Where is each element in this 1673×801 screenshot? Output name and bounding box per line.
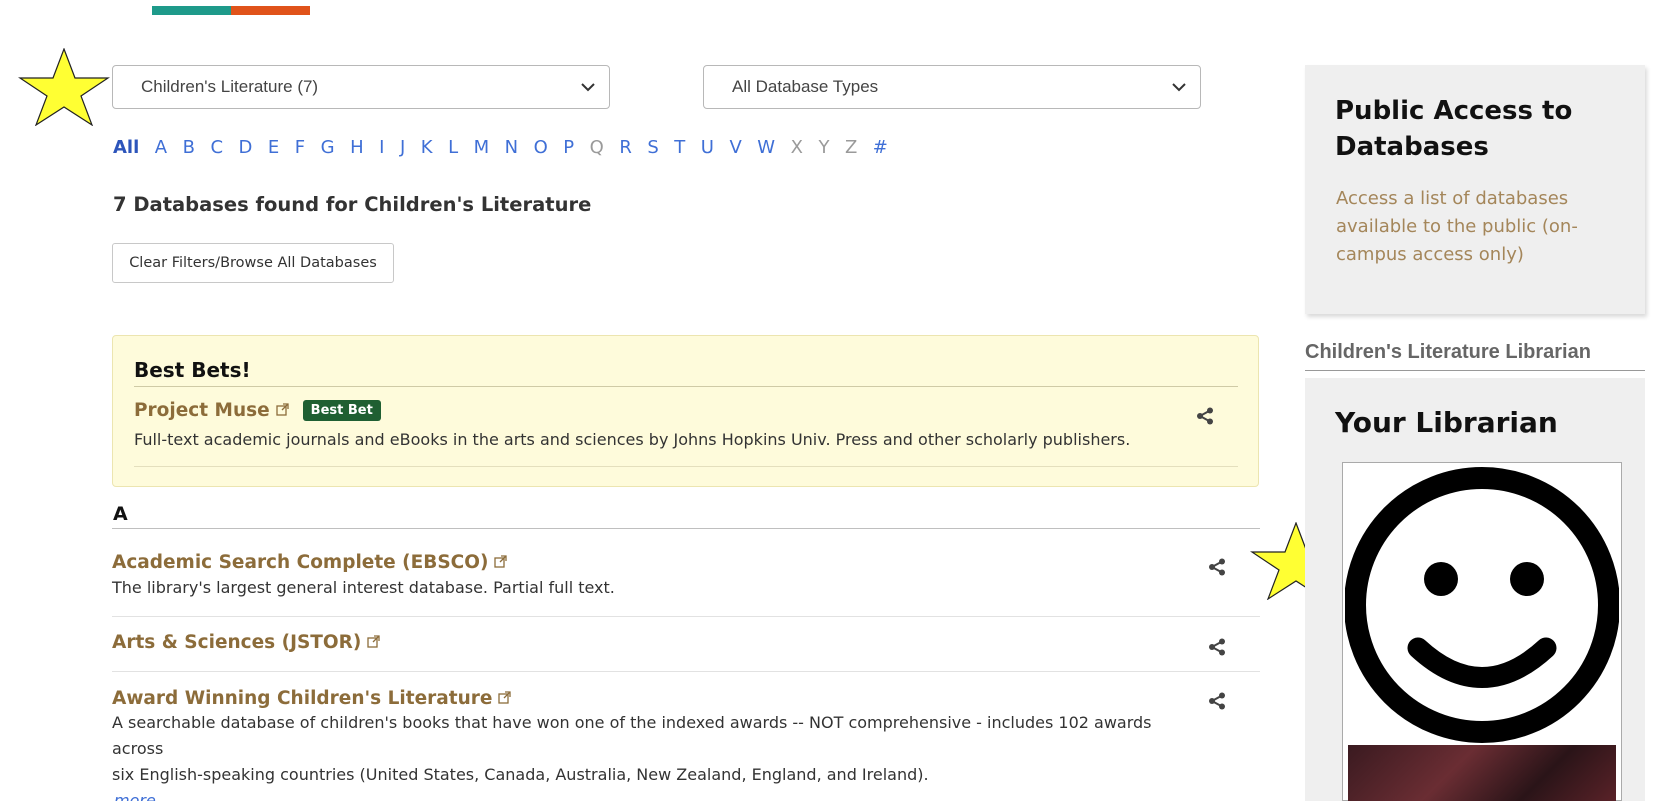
az-letter-x: X xyxy=(790,137,803,158)
az-letter-d[interactable]: D xyxy=(239,137,253,158)
public-access-description: Access a list of databases available to … xyxy=(1336,188,1578,265)
clear-filters-button[interactable]: Clear Filters/Browse All Databases xyxy=(112,243,394,283)
external-link-icon xyxy=(498,689,512,708)
star-annotation-icon xyxy=(18,48,110,126)
share-icon[interactable] xyxy=(1208,692,1226,714)
best-bet-description: Full-text academic journals and eBooks i… xyxy=(134,430,1131,449)
brand-color-bar xyxy=(152,6,310,15)
database-description-line: A searchable database of children's book… xyxy=(112,713,1152,758)
az-letter-v[interactable]: V xyxy=(729,137,741,158)
best-bet-item-title: Project Muse Best Bet xyxy=(134,400,381,421)
best-bets-heading: Best Bets! xyxy=(134,358,251,382)
chevron-down-icon xyxy=(567,82,609,92)
smiley-face-icon xyxy=(1344,465,1620,749)
share-icon[interactable] xyxy=(1208,638,1226,660)
share-icon[interactable] xyxy=(1208,558,1226,580)
az-letter-r[interactable]: R xyxy=(619,137,632,158)
public-access-title[interactable]: Public Access to Databases xyxy=(1335,93,1625,165)
az-letter-s[interactable]: S xyxy=(647,137,658,158)
share-icon[interactable] xyxy=(1196,407,1214,429)
subject-filter-select[interactable]: Children's Literature (7) xyxy=(112,65,610,109)
database-link-academic-search-complete[interactable]: Academic Search Complete (EBSCO) xyxy=(112,552,488,573)
divider xyxy=(112,528,1260,529)
az-letter-m[interactable]: M xyxy=(474,137,490,158)
brand-bar-orange xyxy=(231,6,310,15)
az-letter-e[interactable]: E xyxy=(268,137,279,158)
az-letter-f[interactable]: F xyxy=(295,137,305,158)
database-link-award-winning-childrens-literature[interactable]: Award Winning Children's Literature xyxy=(112,688,492,709)
divider xyxy=(134,466,1238,467)
database-list-item: Arts & Sciences (JSTOR) xyxy=(112,632,1260,656)
az-letter-w[interactable]: W xyxy=(757,137,775,158)
az-letter-l[interactable]: L xyxy=(448,137,458,158)
az-letter-u[interactable]: U xyxy=(701,137,714,158)
az-letter-q: Q xyxy=(589,137,604,158)
database-link-project-muse[interactable]: Project Muse xyxy=(134,400,270,421)
subject-filter-value: Children's Literature (7) xyxy=(141,77,319,96)
az-letter-k[interactable]: K xyxy=(421,137,433,158)
database-link-arts-sciences-jstor[interactable]: Arts & Sciences (JSTOR) xyxy=(112,632,361,653)
best-bets-panel: Best Bets! Project Muse Best Bet Full-te… xyxy=(112,335,1259,487)
az-letter-hash[interactable]: # xyxy=(873,137,888,158)
database-list-item: Award Winning Children's Literature A se… xyxy=(112,688,1260,801)
az-letter-h[interactable]: H xyxy=(350,137,364,158)
database-type-filter-select[interactable]: All Database Types xyxy=(703,65,1201,109)
librarian-box-title: Your Librarian xyxy=(1335,406,1558,439)
external-link-icon xyxy=(494,553,508,572)
divider xyxy=(134,386,1238,387)
chevron-down-icon xyxy=(1158,82,1200,92)
database-type-filter-value: All Database Types xyxy=(732,77,879,96)
az-letter-b[interactable]: B xyxy=(183,137,195,158)
librarian-profile-frame xyxy=(1342,462,1622,801)
librarian-box: Your Librarian xyxy=(1305,378,1645,801)
divider xyxy=(112,616,1260,617)
divider xyxy=(112,671,1260,672)
az-letter-g[interactable]: G xyxy=(321,137,335,158)
best-bet-badge: Best Bet xyxy=(302,400,381,421)
az-letter-z: Z xyxy=(844,137,858,158)
public-access-box: Public Access to Databases Access a list… xyxy=(1305,65,1645,314)
az-letter-j[interactable]: J xyxy=(400,137,405,158)
results-count-heading: 7 Databases found for Children's Literat… xyxy=(113,193,592,216)
az-letter-c[interactable]: C xyxy=(210,137,223,158)
az-letter-nav: All A B C D E F G H I J K L M N O P Q R S T U V W X Y Z # xyxy=(113,137,903,158)
az-letter-a[interactable]: A xyxy=(155,137,167,158)
page: Children's Literature (7) All Database T… xyxy=(0,0,1673,801)
az-letter-o[interactable]: O xyxy=(534,137,548,158)
more-link[interactable]: more... xyxy=(114,788,1192,801)
database-description-line: six English-speaking countries (United S… xyxy=(112,765,929,784)
librarian-section-heading: Children's Literature Librarian xyxy=(1305,341,1591,363)
external-link-icon xyxy=(276,401,289,420)
az-letter-t[interactable]: T xyxy=(674,137,685,158)
brand-bar-teal xyxy=(152,6,231,15)
librarian-photo xyxy=(1348,745,1616,801)
az-letter-y: Y xyxy=(818,137,830,158)
divider xyxy=(1305,370,1645,371)
section-letter-heading: A xyxy=(113,503,128,525)
az-letter-p[interactable]: P xyxy=(563,137,574,158)
database-list-item: Academic Search Complete (EBSCO) The lib… xyxy=(112,552,1260,601)
external-link-icon xyxy=(367,633,380,652)
database-description: The library's largest general interest d… xyxy=(112,578,615,597)
az-letter-all[interactable]: All xyxy=(113,137,139,158)
az-letter-i[interactable]: I xyxy=(379,137,384,158)
az-letter-n[interactable]: N xyxy=(505,137,518,158)
